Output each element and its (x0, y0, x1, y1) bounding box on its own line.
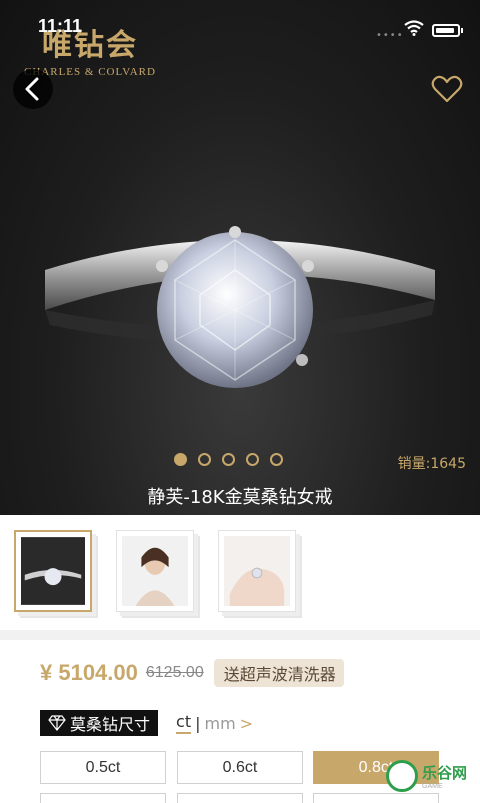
hand-thumbnail-image (224, 536, 290, 606)
section-divider (0, 630, 480, 640)
diamond-icon (48, 715, 66, 731)
slide-indicator (174, 453, 283, 469)
sales-label: 销量: (397, 456, 431, 472)
product-title: 静芙-18K金莫桑钻女戒 (147, 487, 333, 508)
unit-mm-tab[interactable]: mm (204, 714, 235, 733)
size-option-0-5ct[interactable]: 0.5ct (40, 751, 166, 784)
product-image (45, 226, 435, 388)
ring-thumbnail-image (21, 537, 85, 605)
unit-ct-tab[interactable]: ct (176, 712, 192, 734)
product-image-gallery[interactable]: •••• 唯钻会 CHARLES & COLVARD 11:11 销量:1645… (0, 0, 480, 515)
size-option-row2[interactable] (177, 793, 303, 803)
watermark-subtext: GAME (422, 783, 443, 790)
chevron-left-icon (25, 77, 39, 101)
watermark-logo-icon (386, 760, 418, 792)
heart-icon (431, 75, 463, 103)
battery-icon (432, 24, 463, 37)
size-option-0-6ct[interactable]: 0.6ct (177, 751, 303, 784)
slide-dot[interactable] (174, 453, 187, 466)
promo-badge: 送超声波清洗器 (213, 659, 344, 687)
thumbnail-hand[interactable] (218, 530, 296, 612)
model-thumbnail-image (122, 536, 188, 606)
thumbnail-model[interactable] (116, 530, 194, 612)
signal-indicator: •••• (376, 30, 404, 41)
thumbnail-ring[interactable] (14, 530, 92, 612)
current-price: ¥ 5104.00 (40, 660, 138, 685)
size-option-row2[interactable] (40, 793, 166, 803)
size-section-title: 莫桑钻尺寸 (40, 710, 159, 736)
back-button[interactable] (13, 69, 53, 109)
original-price: 6125.00 (145, 664, 204, 681)
slide-dot[interactable] (198, 453, 211, 466)
size-section-header: 莫桑钻尺寸 ct | mm > (40, 710, 253, 736)
size-title-label: 莫桑钻尺寸 (70, 715, 151, 734)
thumbnail-strip (0, 515, 480, 625)
slide-dot[interactable] (222, 453, 235, 466)
unit-separator: | (195, 713, 201, 733)
slide-dot[interactable] (270, 453, 283, 466)
sales-count: 销量:1645 (398, 453, 466, 473)
favorite-button[interactable] (430, 72, 464, 106)
wifi-icon (404, 20, 424, 36)
price-row: ¥ 5104.00 6125.00 送超声波清洗器 (40, 659, 344, 687)
chevron-right-icon[interactable]: > (240, 714, 253, 733)
slide-dot[interactable] (246, 453, 259, 466)
watermark: 乐谷网 GAME (384, 752, 480, 800)
status-time: 11:11 (38, 16, 83, 36)
watermark-text: 乐谷网 (422, 764, 468, 782)
sales-value: 1645 (430, 456, 466, 472)
